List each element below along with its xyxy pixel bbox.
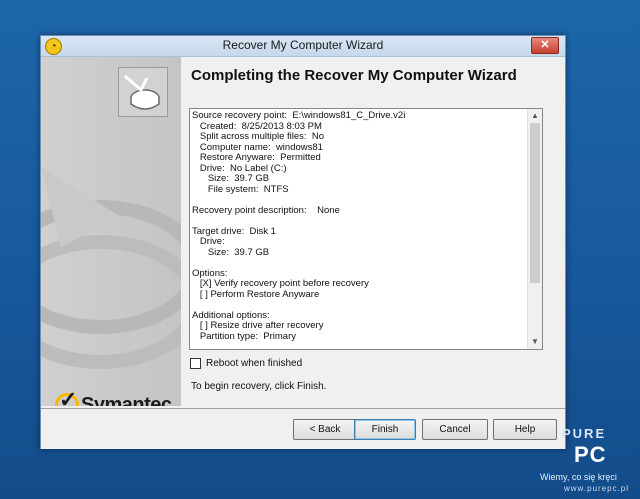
side-banner: ✓ Symantec. [41, 57, 181, 406]
summary-line: Size: 39.7 GB [192, 173, 270, 184]
summary-line: Restore Anyware: Permitted [192, 152, 321, 163]
button-bar: < Back Finish Cancel Help [41, 408, 565, 449]
watermark-slogan: Wiemy, co się kręci [540, 472, 617, 482]
title-bar[interactable]: ◔ Recover My Computer Wizard ✕ [41, 36, 565, 57]
reboot-checkbox[interactable] [190, 358, 201, 369]
scroll-up-icon[interactable]: ▲ [528, 109, 542, 123]
reboot-checkbox-row[interactable]: Reboot when finished [190, 358, 302, 369]
instruction-text: To begin recovery, click Finish. [191, 381, 327, 392]
summary-line [192, 216, 526, 227]
summary-line [192, 300, 526, 311]
summary-text: Source recovery point: E:\windows81_C_Dr… [192, 110, 526, 342]
disk-watermark-graphic [41, 167, 181, 369]
summary-line: [X] Verify recovery point before recover… [192, 278, 369, 289]
summary-line [192, 195, 526, 206]
reboot-label: Reboot when finished [206, 358, 303, 370]
cancel-button[interactable]: Cancel [422, 419, 488, 440]
summary-line: Drive: [192, 236, 225, 247]
summary-line [192, 258, 526, 269]
scroll-down-icon[interactable]: ▼ [528, 335, 542, 349]
symantec-logo-text: Symantec. [81, 394, 177, 406]
summary-scrollbar[interactable]: ▲ ▼ [527, 109, 542, 349]
summary-line: Target drive: Disk 1 [192, 225, 276, 237]
summary-line: [ ] Resize drive after recovery [192, 320, 324, 331]
summary-box[interactable]: Source recovery point: E:\windows81_C_Dr… [189, 108, 543, 350]
summary-line: Size: 39.7 GB [192, 246, 270, 258]
window-title: Recover My Computer Wizard [222, 38, 384, 52]
recovery-disk-icon [118, 67, 168, 117]
watermark-pure: PURE [562, 426, 607, 441]
summary-line: Recovery point description: None [192, 204, 340, 216]
close-button[interactable]: ✕ [531, 37, 559, 54]
wizard-window: ◔ Recover My Computer Wizard ✕ ✓ Symante… [40, 35, 566, 449]
purepc-watermark: PURE PC Wiemy, co się kręci www.purepc.p… [540, 426, 640, 496]
summary-line: [ ] Perform Restore Anyware [192, 288, 320, 300]
page-title: Completing the Recover My Computer Wizar… [191, 67, 517, 84]
summary-line: File system: NTFS [192, 183, 289, 195]
summary-line: Source recovery point: E:\windows81_C_Dr… [192, 110, 406, 121]
watermark-url: www.purepc.pl [564, 484, 630, 493]
finish-button[interactable]: Finish [354, 419, 416, 440]
check-icon: ✓ [59, 387, 78, 406]
summary-line: Split across multiple files: No [192, 131, 324, 142]
summary-line: Partition type: Primary [192, 330, 297, 342]
back-button[interactable]: < Back [293, 419, 357, 440]
watermark-pc: PC [574, 442, 607, 467]
scroll-thumb[interactable] [530, 123, 540, 283]
